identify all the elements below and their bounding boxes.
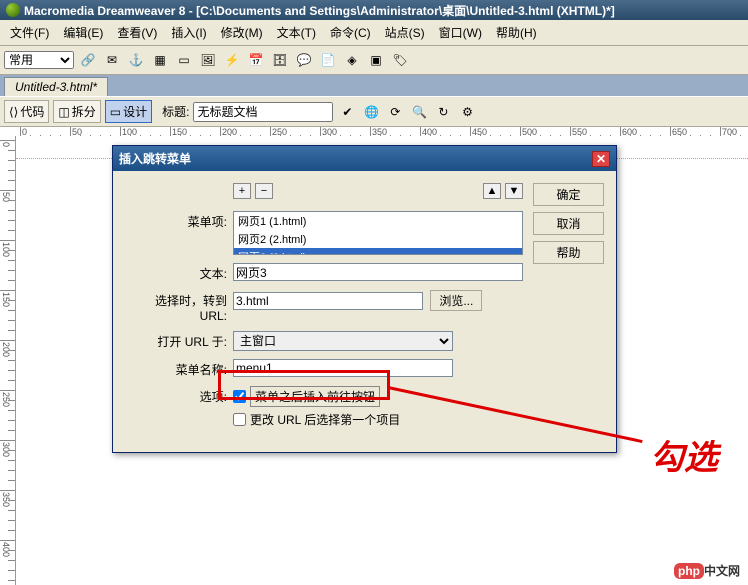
tag-icon[interactable]: 🏷 [390, 50, 410, 70]
open-in-label: 打开 URL 于: [125, 331, 233, 350]
email-icon[interactable]: ✉ [102, 50, 122, 70]
option-go-button-label: 菜单之后插入前往按钮 [250, 386, 380, 407]
move-down-button[interactable]: ▼ [505, 183, 523, 199]
add-item-button[interactable]: + [233, 183, 251, 199]
menu-view[interactable]: 查看(V) [111, 22, 163, 43]
image-icon[interactable]: 🖼 [198, 50, 218, 70]
date-icon[interactable]: 📅 [246, 50, 266, 70]
menu-insert[interactable]: 插入(I) [165, 22, 212, 43]
insert-toolbar: 常用 🔗 ✉ ⚓ ▦ ▭ 🖼 ⚡ 📅 🗄 💬 📄 ◈ ▣ 🏷 [0, 46, 748, 75]
anchor-icon[interactable]: ⚓ [126, 50, 146, 70]
vertical-ruler: 050100150200250300350400450 [0, 136, 16, 585]
view-options-icon[interactable]: ⚙ [457, 102, 477, 122]
menu-window[interactable]: 窗口(W) [433, 22, 488, 43]
menu-name-input[interactable] [233, 359, 453, 377]
script-icon[interactable]: ◈ [342, 50, 362, 70]
split-view-button[interactable]: ◫ 拆分 [53, 100, 100, 123]
select-first-item-checkbox[interactable] [233, 413, 246, 426]
title-label: 标题: [162, 103, 189, 120]
help-button[interactable]: 帮助 [533, 241, 604, 264]
file-mgmt-icon[interactable]: ⟳ [385, 102, 405, 122]
menu-commands[interactable]: 命令(C) [324, 22, 377, 43]
url-label: 选择时，转到 URL: [125, 290, 233, 323]
table-icon[interactable]: ▦ [150, 50, 170, 70]
view-toolbar: ⟨⟩ 代码 ◫ 拆分 ▭ 设计 标题: ✔ 🌐 ⟳ 🔍 ↻ ⚙ [0, 96, 748, 127]
comment-icon[interactable]: 💬 [294, 50, 314, 70]
template-icon[interactable]: ▣ [366, 50, 386, 70]
menu-help[interactable]: 帮助(H) [490, 22, 543, 43]
menu-file[interactable]: 文件(F) [4, 22, 55, 43]
window-titlebar: Macromedia Dreamweaver 8 - [C:\Documents… [0, 0, 748, 20]
document-tab[interactable]: Untitled-3.html* [4, 77, 108, 96]
list-item[interactable]: 网页3 (3.html) [234, 248, 522, 255]
insert-category-select[interactable]: 常用 [4, 51, 74, 69]
document-tab-bar: Untitled-3.html* [0, 75, 748, 96]
app-logo-icon [6, 3, 20, 17]
ok-button[interactable]: 确定 [533, 183, 604, 206]
insert-go-button-checkbox[interactable] [233, 390, 246, 403]
preview-icon[interactable]: 🔍 [409, 102, 429, 122]
server-icon[interactable]: 🗄 [270, 50, 290, 70]
media-icon[interactable]: ⚡ [222, 50, 242, 70]
menu-text[interactable]: 文本(T) [271, 22, 322, 43]
option-select-first-label: 更改 URL 后选择第一个项目 [250, 411, 400, 428]
refresh-icon[interactable]: ↻ [433, 102, 453, 122]
move-up-button[interactable]: ▲ [483, 183, 501, 199]
menu-modify[interactable]: 修改(M) [215, 22, 269, 43]
url-input[interactable] [233, 292, 423, 310]
open-in-select[interactable]: 主窗口 [233, 331, 453, 351]
annotation-text: 勾选 [650, 430, 718, 479]
validate-icon[interactable]: ✔ [337, 102, 357, 122]
design-icon: ▭ [110, 105, 121, 119]
menu-site[interactable]: 站点(S) [379, 22, 431, 43]
dialog-close-button[interactable]: ✕ [592, 151, 610, 167]
watermark: php中文网 [674, 562, 740, 579]
browser-check-icon[interactable]: 🌐 [361, 102, 381, 122]
insert-jump-menu-dialog: 插入跳转菜单 ✕ + − ▲ ▼ [112, 145, 617, 453]
list-item[interactable]: 网页2 (2.html) [234, 230, 522, 248]
hyperlink-icon[interactable]: 🔗 [78, 50, 98, 70]
layout-icon[interactable]: ▭ [174, 50, 194, 70]
text-label: 文本: [125, 263, 233, 282]
text-input[interactable] [233, 263, 523, 281]
design-view-button[interactable]: ▭ 设计 [105, 100, 152, 123]
browse-button[interactable]: 浏览... [430, 290, 482, 311]
code-view-button[interactable]: ⟨⟩ 代码 [4, 100, 49, 123]
menu-bar: 文件(F) 编辑(E) 查看(V) 插入(I) 修改(M) 文本(T) 命令(C… [0, 20, 748, 46]
dialog-titlebar: 插入跳转菜单 ✕ [113, 146, 616, 171]
menu-name-label: 菜单名称: [125, 359, 233, 378]
page-title-input[interactable] [193, 102, 333, 122]
menu-items-label: 菜单项: [125, 211, 233, 230]
menu-items-listbox[interactable]: 网页1 (1.html) 网页2 (2.html) 网页3 (3.html) [233, 211, 523, 255]
dialog-title: 插入跳转菜单 [119, 150, 191, 167]
cancel-button[interactable]: 取消 [533, 212, 604, 235]
window-title: Macromedia Dreamweaver 8 - [C:\Documents… [24, 2, 615, 19]
list-item[interactable]: 网页1 (1.html) [234, 212, 522, 230]
head-icon[interactable]: 📄 [318, 50, 338, 70]
options-label: 选项: [125, 386, 233, 405]
code-icon: ⟨⟩ [9, 105, 18, 119]
split-icon: ◫ [58, 105, 69, 119]
menu-edit[interactable]: 编辑(E) [57, 22, 109, 43]
remove-item-button[interactable]: − [255, 183, 273, 199]
